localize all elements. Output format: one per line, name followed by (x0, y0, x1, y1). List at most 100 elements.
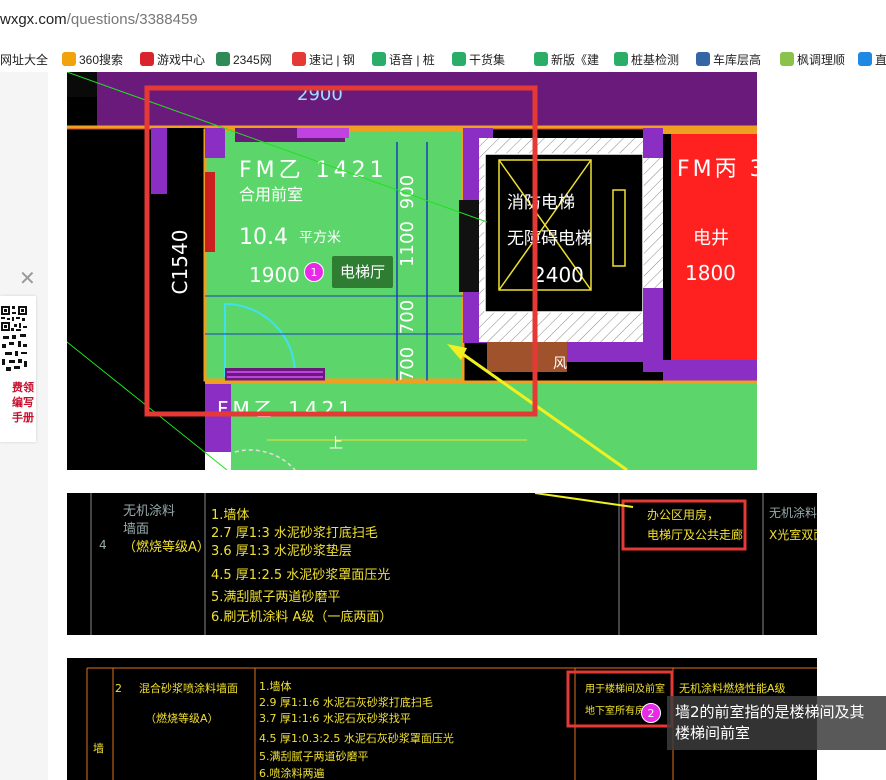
dim-1100: 1100 (397, 221, 418, 267)
table2-step: 2.9 厚1:1:6 水泥石灰砂浆打底扫毛 (259, 695, 433, 709)
bookmark-item[interactable]: 速记 | 钢 (292, 50, 355, 68)
bookmark-item[interactable]: 语音 | 桩 (372, 50, 435, 68)
qr-promo-panel[interactable]: 费领 编写 手册 (0, 296, 36, 442)
table2-num: 2 (115, 682, 122, 695)
annotation-label-1: 电梯厅 (332, 256, 394, 288)
table2-step: 5.满刮腻子两道砂磨平 (259, 749, 369, 763)
table1-step: 2.7 厚1:3 水泥砂浆打底扫毛 (211, 525, 378, 541)
url-host: wxgx.com (0, 11, 67, 28)
room-area: 10.4 (239, 225, 288, 250)
table1-step: 4.5 厚1:2.5 水泥砂浆罩面压光 (211, 568, 390, 583)
cad-floorplan-image[interactable]: 2900 C1540 FM乙 1421 合用前室 10.4 平方米 1900 9… (67, 72, 757, 470)
wechat-icon (372, 52, 386, 66)
bookmark-label: 语音 | 桩 (389, 52, 435, 67)
diamond-icon (696, 52, 710, 66)
bookmark-label: 网址大全 (0, 52, 49, 67)
ek-icon (292, 52, 306, 66)
annotation-number: 2 (641, 703, 661, 723)
table1-step: 5.满刮腻子两道砂磨平 (211, 590, 340, 605)
bookmark-label: 新版《建 (551, 52, 600, 67)
room-area-unit: 平方米 (299, 230, 341, 246)
annotation-marker-2[interactable]: 2 (641, 703, 661, 723)
bookmark-label: 直 (875, 52, 886, 67)
camera-icon (858, 52, 872, 66)
qr-code-icon (0, 304, 28, 374)
table1-next-note: X光室双面 (769, 527, 817, 542)
bookmark-label: 干货集 (469, 52, 506, 67)
promo-line: 手册 (12, 411, 34, 424)
table2-step: 3.7 厚1:1:6 水泥石灰砂浆找平 (259, 711, 411, 725)
bookmark-item[interactable]: 游戏中心 (140, 50, 205, 68)
bookmark-label: 2345网 (233, 52, 272, 67)
wechat-icon (614, 52, 628, 66)
room-dim-left: 1900 (249, 263, 300, 287)
bookmark-item[interactable]: 360搜索 (62, 50, 123, 68)
table2-next-title: 无机涂料燃烧性能 (679, 681, 767, 695)
table2-title-2: （燃烧等级A） (145, 711, 219, 725)
elevator-label-2: 无障碍电梯 (507, 229, 592, 249)
c1540-label: C1540 (168, 230, 192, 295)
url-text[interactable]: wxgx.com/questions/3388459 (0, 11, 198, 28)
bookmark-item[interactable]: 桩基检测 (614, 50, 679, 68)
bookmark-item[interactable]: 2345网 (216, 50, 272, 68)
qr-promo-text: 费领 编写 手册 (0, 380, 34, 425)
360-icon (62, 52, 76, 66)
bookmark-label: 游戏中心 (157, 52, 206, 67)
table2-scope-1: 用于楼梯间及前室 (585, 682, 665, 695)
address-bar[interactable]: wxgx.com/questions/3388459 (0, 0, 886, 45)
table2-step: 6.喷涂料两遍 (259, 766, 325, 780)
close-icon[interactable]: ✕ (19, 266, 36, 290)
table1-num: 4 (99, 538, 107, 552)
bookmark-item[interactable]: 直 (858, 50, 886, 68)
bookmark-label: 速记 | 钢 (309, 52, 355, 67)
room-dim-right: 1800 (685, 261, 736, 285)
wechat-icon (452, 52, 466, 66)
table2-step: 1.墙体 (259, 679, 292, 693)
room-name-right: 电井 (693, 228, 729, 249)
table1-scope-1: 办公区用房， (647, 507, 719, 522)
promo-line: 编写 (12, 396, 34, 409)
bookmarks-bar: 网址大全 360搜索 游戏中心 2345网 速记 | 钢 语音 | 桩 干货集 新版《建 桩基检… (0, 45, 886, 73)
table1-step: 6.刷无机涂料 A级（一底两面） (211, 609, 392, 625)
bookmark-label: 360搜索 (79, 52, 124, 67)
wind-label: 风 (553, 356, 567, 372)
2345-icon (216, 52, 230, 66)
bookmark-label: 桩基检测 (631, 52, 680, 67)
bookmark-item[interactable]: 新版《建 (534, 50, 599, 68)
url-path: /questions/3388459 (66, 11, 198, 28)
door-label-left: FM乙 1421 (239, 158, 388, 183)
promo-line: 费领 (12, 381, 34, 394)
annotation-number: 1 (304, 262, 324, 282)
bottom-door-label: FM乙 1421 (217, 397, 355, 421)
up-label: 上 (329, 436, 343, 452)
table1-title-1: 无机涂料 (123, 503, 175, 519)
bookmark-item[interactable]: 网址大全 (0, 50, 48, 68)
door-label-right: FM丙 3 (677, 157, 757, 182)
bookmark-item[interactable]: 车库层高 (696, 50, 761, 68)
dim-900: 900 (397, 175, 418, 209)
dim-700-a: 700 (397, 300, 418, 334)
dim-700-b: 700 (397, 347, 418, 381)
annotation-marker-1[interactable]: 1 (304, 262, 324, 282)
elevator-dim: 2400 (533, 263, 584, 287)
spec-table-image-1[interactable]: 4 无机涂料 墙面 （燃烧等级A） 1.墙体 2.7 厚1:3 水泥砂浆打底扫毛… (67, 493, 817, 635)
wechat-icon (534, 52, 548, 66)
table1-scope-2: 电梯厅及公共走廊 (647, 527, 743, 542)
bookmark-label: 枫调理顺 (797, 52, 846, 67)
table2-title-1: 混合砂浆喷涂料墙面 (139, 681, 238, 695)
room-name-left: 合用前室 (239, 185, 303, 204)
shield-icon (780, 52, 794, 66)
table2-next-grade: A级 (767, 682, 786, 695)
bookmark-item[interactable]: 枫调理顺 (780, 50, 845, 68)
bookmark-label: 车库层高 (713, 52, 762, 67)
annotation-label-2: 墙2的前室指的是楼梯间及其楼梯间前室 (667, 696, 886, 750)
bookmark-item[interactable]: 干货集 (452, 50, 505, 68)
table2-step: 4.5 厚1:0.3:2.5 水泥石灰砂浆罩面压光 (259, 731, 454, 745)
elevator-label-1: 消防电梯 (507, 193, 575, 213)
table1-title-2: 墙面 (123, 522, 149, 537)
table1-step: 3.6 厚1:3 水泥砂浆垫层 (211, 543, 352, 559)
game-icon (140, 52, 154, 66)
table1-next-title: 无机涂料燃烧 (769, 505, 817, 520)
table1-title-3: （燃烧等级A） (123, 539, 210, 555)
table2-side: 墙 (93, 741, 104, 755)
